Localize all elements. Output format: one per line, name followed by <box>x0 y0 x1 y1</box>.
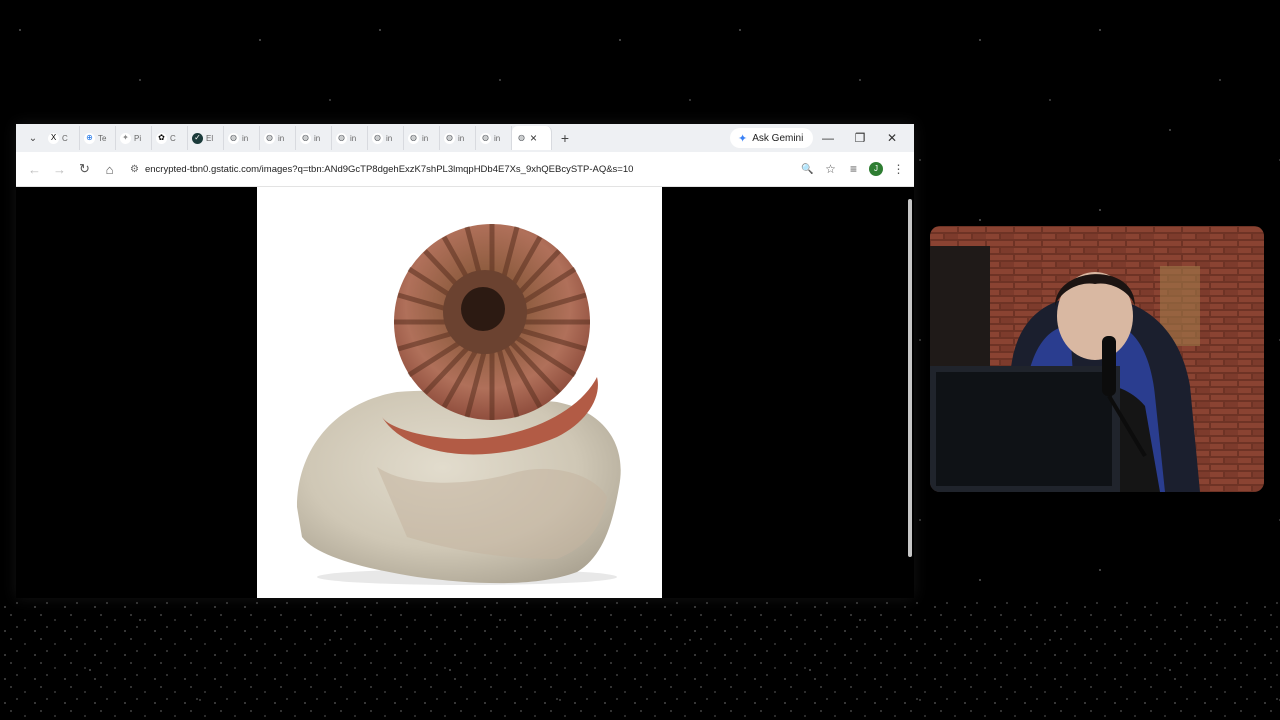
tab-title: in <box>314 133 321 143</box>
tab[interactable]: ✦ Pi <box>116 126 152 150</box>
tab-title: in <box>242 133 249 143</box>
tab-title: in <box>494 133 501 143</box>
tab[interactable]: ✿ C <box>152 126 188 150</box>
tab[interactable]: ⊕ Te <box>80 126 116 150</box>
tab-favicon-icon: ✿ <box>156 132 167 144</box>
tab[interactable]: ◍ in <box>332 126 368 150</box>
tab-favicon-icon: ◍ <box>518 133 525 142</box>
ask-gemini-label: Ask Gemini <box>752 132 804 144</box>
tab[interactable]: ◍ in <box>440 126 476 150</box>
tab-title: in <box>278 133 285 143</box>
tab-groups-icon[interactable]: ≡ <box>842 162 865 176</box>
url-text[interactable]: encrypted-tbn0.gstatic.com/images?q=tbn:… <box>145 164 633 175</box>
tab-favicon-icon: ◍ <box>264 132 275 144</box>
profile-avatar[interactable]: J <box>869 162 883 176</box>
tab-bar: ⌄ X C ⊕ Te ✦ Pi ✿ C ✓ El ◍ in ◍ in ◍ in ◍ in ◍ in ◍ in ◍ in ◍ in … <box>16 124 914 152</box>
forward-icon[interactable]: → <box>47 162 72 177</box>
tab-favicon-icon: ✓ <box>192 132 203 144</box>
gemini-sparkle-icon: ✦ <box>738 132 748 145</box>
address-bar[interactable]: ⚙ encrypted-tbn0.gstatic.com/images?q=tb… <box>130 157 820 181</box>
tab-favicon-icon: ⊕ <box>84 132 95 144</box>
minimize-icon[interactable]: — <box>812 131 844 145</box>
tab-favicon-icon: ◍ <box>228 132 239 144</box>
new-tab-button[interactable]: + <box>552 130 578 146</box>
tab[interactable]: ◍ in <box>404 126 440 150</box>
ammonite-fossil-photo <box>257 187 662 598</box>
tab-favicon-icon: ◍ <box>300 132 311 144</box>
restore-icon[interactable]: ❐ <box>844 131 876 145</box>
tab-favicon-icon: ◍ <box>444 132 455 144</box>
tab-favicon-icon: ◍ <box>372 132 383 144</box>
tab[interactable]: ◍ in <box>476 126 512 150</box>
tab-favicon-icon: ✦ <box>120 132 131 144</box>
browser-window: ⌄ X C ⊕ Te ✦ Pi ✿ C ✓ El ◍ in ◍ in ◍ in ◍ in ◍ in ◍ in ◍ in ◍ in … <box>16 124 914 598</box>
tab-strip: X C ⊕ Te ✦ Pi ✿ C ✓ El ◍ in ◍ in ◍ in ◍ in ◍ in ◍ in ◍ in ◍ in <box>44 126 512 150</box>
tab-title: C <box>170 133 176 143</box>
tab-favicon-icon: X <box>48 132 59 144</box>
tab[interactable]: ◍ in <box>296 126 332 150</box>
tab[interactable]: ◍ in <box>224 126 260 150</box>
page-viewport <box>16 187 914 598</box>
menu-icon[interactable]: ⋮ <box>887 162 910 176</box>
tab-favicon-icon: ◍ <box>408 132 419 144</box>
vertical-scrollbar[interactable] <box>906 191 914 571</box>
tab-search-icon[interactable]: ⌄ <box>22 133 44 144</box>
browser-toolbar: ← → ↻ ⌂ ⚙ encrypted-tbn0.gstatic.com/ima… <box>16 152 914 187</box>
streamer-webcam-feed <box>930 226 1264 492</box>
tab-title: in <box>458 133 465 143</box>
tab[interactable]: ◍ in <box>260 126 296 150</box>
close-tab-icon[interactable]: × <box>530 131 537 145</box>
window-controls: — ❐ ✕ <box>812 124 908 152</box>
tab-title: Pi <box>134 133 142 143</box>
tab-title: in <box>386 133 393 143</box>
toolbar-actions: 🔍 ☆ ≡ J ⋮ <box>796 152 910 186</box>
tab-favicon-icon: ◍ <box>336 132 347 144</box>
ask-gemini-button[interactable]: ✦ Ask Gemini <box>730 128 814 148</box>
starfield-background <box>0 600 1280 720</box>
reload-icon[interactable]: ↻ <box>72 161 97 177</box>
back-icon[interactable]: ← <box>22 162 47 177</box>
tab-title: in <box>422 133 429 143</box>
fossil-image <box>257 187 662 598</box>
tab-favicon-icon: ◍ <box>480 132 491 144</box>
tab-title: in <box>350 133 357 143</box>
webcam-overlay <box>930 226 1264 492</box>
tab-title: C <box>62 133 68 143</box>
tab-title: El <box>206 133 214 143</box>
site-info-icon[interactable]: ⚙ <box>130 164 139 175</box>
zoom-icon[interactable]: 🔍 <box>796 164 819 175</box>
tab[interactable]: XC <box>44 126 80 150</box>
tab[interactable]: ✓ El <box>188 126 224 150</box>
tab-title: Te <box>98 133 107 143</box>
tab-active[interactable]: ◍ × <box>512 126 552 150</box>
bookmark-star-icon[interactable]: ☆ <box>819 162 842 176</box>
home-icon[interactable]: ⌂ <box>97 162 122 177</box>
scrollbar-thumb[interactable] <box>908 199 912 557</box>
tab[interactable]: ◍ in <box>368 126 404 150</box>
close-window-icon[interactable]: ✕ <box>876 131 908 145</box>
